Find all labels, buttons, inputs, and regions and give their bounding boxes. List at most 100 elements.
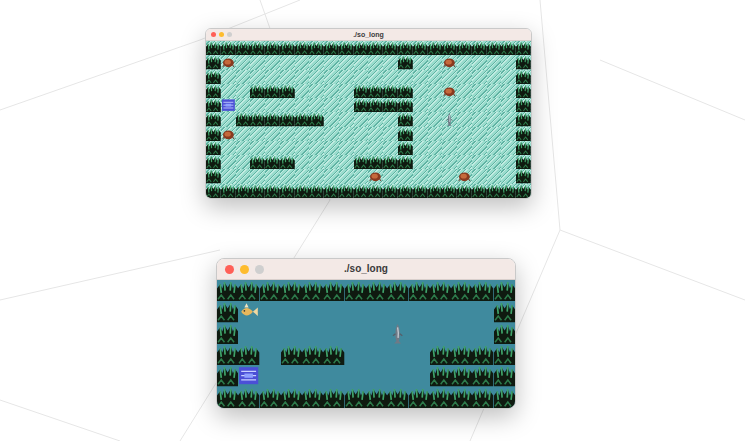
wall-tile bbox=[501, 184, 516, 198]
floor-tile bbox=[265, 141, 280, 155]
wall-tile bbox=[516, 84, 531, 98]
wall-tile bbox=[494, 344, 515, 365]
shell-icon bbox=[442, 84, 457, 98]
seaweed-wall-icon bbox=[451, 280, 472, 301]
seaweed-wall-icon bbox=[398, 98, 413, 112]
wall-tile bbox=[260, 280, 281, 301]
seaweed-wall-icon bbox=[238, 344, 259, 365]
golden-fish-icon bbox=[238, 301, 259, 322]
exit-icon bbox=[238, 365, 259, 386]
exit-tile bbox=[238, 365, 259, 386]
wall-tile bbox=[472, 280, 493, 301]
window-title: ./so_long bbox=[344, 264, 388, 274]
wall-tile bbox=[324, 41, 339, 55]
wall-tile bbox=[238, 344, 259, 365]
seaweed-wall-icon bbox=[472, 41, 487, 55]
wall-tile bbox=[398, 112, 413, 126]
floor-tile bbox=[487, 70, 502, 84]
wall-tile bbox=[236, 41, 251, 55]
floor-tile bbox=[472, 169, 487, 183]
game-window[interactable]: ./so_long bbox=[216, 258, 516, 409]
wall-tile bbox=[323, 280, 344, 301]
wall-tile bbox=[398, 84, 413, 98]
seaweed-wall-icon bbox=[428, 184, 443, 198]
seaweed-wall-icon bbox=[494, 301, 515, 322]
wall-tile bbox=[409, 280, 430, 301]
wall-tile bbox=[442, 41, 457, 55]
wall-tile bbox=[217, 344, 238, 365]
dolphin-player-icon bbox=[442, 112, 457, 126]
wall-tile bbox=[368, 155, 383, 169]
wall-tile bbox=[265, 155, 280, 169]
floor-tile bbox=[260, 365, 281, 386]
wall-tile bbox=[206, 141, 221, 155]
wall-tile bbox=[309, 112, 324, 126]
floor-tile bbox=[354, 169, 369, 183]
floor-tile bbox=[236, 70, 251, 84]
floor-tile bbox=[413, 169, 428, 183]
wall-tile bbox=[295, 41, 310, 55]
close-button[interactable] bbox=[211, 32, 216, 37]
minimize-button[interactable] bbox=[219, 32, 224, 37]
close-button[interactable] bbox=[225, 265, 234, 274]
collectible-tile bbox=[238, 301, 259, 322]
floor-tile bbox=[309, 98, 324, 112]
seaweed-wall-icon bbox=[516, 141, 531, 155]
seaweed-wall-icon bbox=[398, 127, 413, 141]
player-tile bbox=[387, 323, 408, 344]
title-bar[interactable]: ./so_long bbox=[206, 29, 531, 41]
floor-tile bbox=[309, 155, 324, 169]
wall-tile bbox=[409, 387, 430, 408]
seaweed-wall-icon bbox=[295, 112, 310, 126]
seaweed-wall-icon bbox=[472, 365, 493, 386]
floor-tile bbox=[368, 55, 383, 69]
seaweed-wall-icon bbox=[487, 41, 502, 55]
seaweed-wall-icon bbox=[280, 84, 295, 98]
floor-tile bbox=[428, 55, 443, 69]
floor-tile bbox=[387, 365, 408, 386]
floor-tile bbox=[442, 127, 457, 141]
floor-tile bbox=[265, 169, 280, 183]
seaweed-wall-icon bbox=[236, 41, 251, 55]
floor-tile bbox=[413, 55, 428, 69]
seaweed-wall-icon bbox=[494, 387, 515, 408]
zoom-button[interactable] bbox=[227, 32, 232, 37]
floor-tile bbox=[430, 323, 451, 344]
seaweed-wall-icon bbox=[280, 41, 295, 55]
floor-tile bbox=[442, 155, 457, 169]
wall-tile bbox=[295, 112, 310, 126]
wall-tile bbox=[383, 184, 398, 198]
floor-tile bbox=[265, 55, 280, 69]
floor-tile bbox=[472, 155, 487, 169]
floor-tile bbox=[221, 155, 236, 169]
floor-tile bbox=[221, 112, 236, 126]
wall-tile bbox=[206, 155, 221, 169]
floor-tile bbox=[302, 323, 323, 344]
minimize-button[interactable] bbox=[240, 265, 249, 274]
seaweed-wall-icon bbox=[516, 41, 531, 55]
seaweed-wall-icon bbox=[302, 387, 323, 408]
floor-tile bbox=[472, 323, 493, 344]
game-window[interactable]: ./so_long bbox=[205, 28, 532, 199]
seaweed-wall-icon bbox=[516, 169, 531, 183]
seaweed-wall-icon bbox=[398, 55, 413, 69]
floor-tile bbox=[280, 70, 295, 84]
zoom-button[interactable] bbox=[255, 265, 264, 274]
seaweed-wall-icon bbox=[383, 41, 398, 55]
floor-tile bbox=[354, 141, 369, 155]
floor-tile bbox=[457, 84, 472, 98]
floor-tile bbox=[428, 84, 443, 98]
floor-tile bbox=[250, 70, 265, 84]
wall-tile bbox=[324, 184, 339, 198]
seaweed-wall-icon bbox=[265, 155, 280, 169]
wall-tile bbox=[265, 41, 280, 55]
title-bar[interactable]: ./so_long bbox=[217, 259, 515, 280]
floor-tile bbox=[409, 365, 430, 386]
floor-tile bbox=[324, 112, 339, 126]
wall-tile bbox=[221, 184, 236, 198]
seaweed-wall-icon bbox=[494, 323, 515, 344]
wall-tile bbox=[501, 41, 516, 55]
floor-tile bbox=[368, 112, 383, 126]
wall-tile bbox=[472, 344, 493, 365]
seaweed-wall-icon bbox=[206, 184, 221, 198]
